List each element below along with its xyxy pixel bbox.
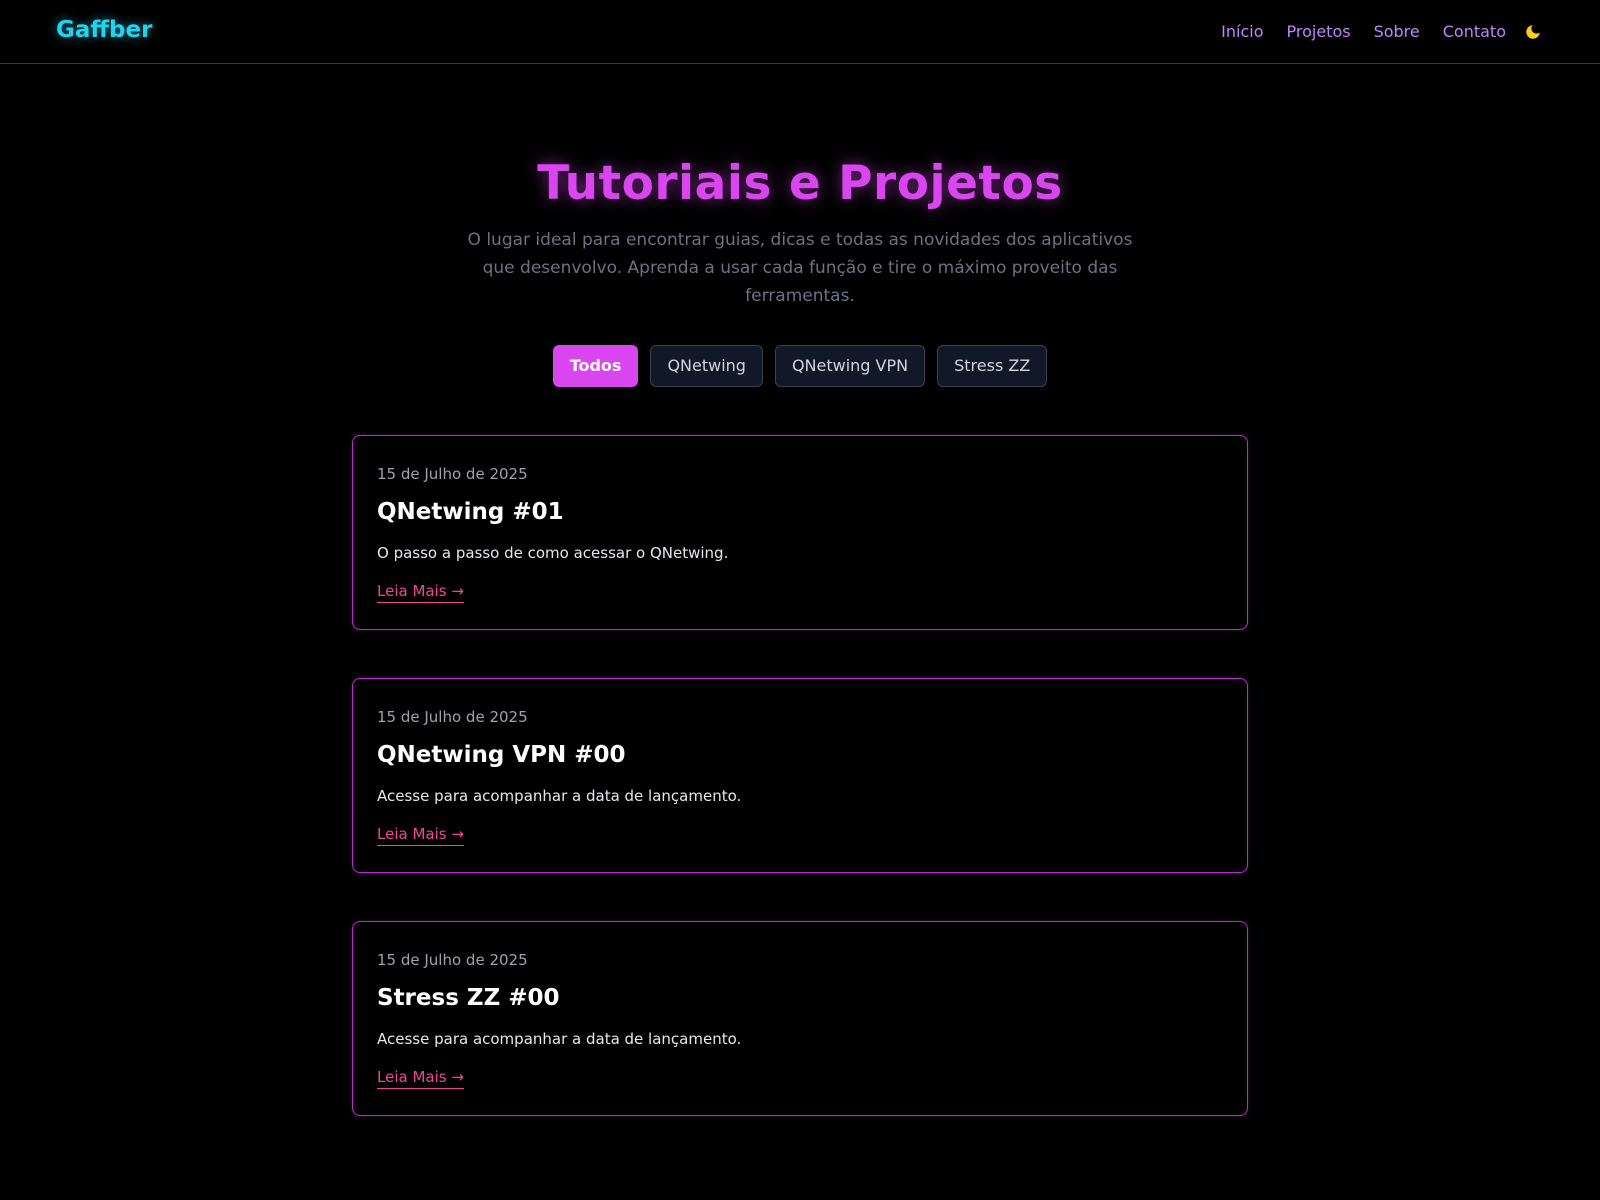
nav-link-contato[interactable]: Contato (1443, 22, 1506, 41)
post-description: O passo a passo de como acessar o QNetwi… (377, 544, 729, 562)
moon-icon[interactable] (1524, 23, 1542, 41)
filter-button-qnetwing-vpn[interactable]: QNetwing VPN (774, 345, 926, 387)
post-card: 15 de Julho de 2025 Stress ZZ #00 Acesse… (352, 921, 1248, 1116)
post-list: 15 de Julho de 2025 QNetwing #01 O passo… (352, 435, 1248, 1164)
post-title: Stress ZZ #00 (377, 985, 560, 1011)
site-header: Gaffber Início Projetos Sobre Contato (0, 0, 1600, 64)
post-title: QNetwing VPN #00 (377, 742, 626, 768)
site-logo[interactable]: Gaffber (56, 17, 152, 43)
post-description: Acesse para acompanhar a data de lançame… (377, 1030, 742, 1048)
post-title: QNetwing #01 (377, 499, 564, 525)
post-description: Acesse para acompanhar a data de lançame… (377, 787, 742, 805)
filter-bar: Todos QNetwing QNetwing VPN Stress ZZ (0, 345, 1600, 387)
page-subtitle: O lugar ideal para encontrar guias, dica… (467, 230, 1133, 306)
filter-button-todos[interactable]: Todos (552, 345, 639, 387)
read-more-link[interactable]: Leia Mais → (377, 1068, 464, 1089)
post-date: 15 de Julho de 2025 (377, 465, 528, 483)
page-title: Tutoriais e Projetos (537, 156, 1063, 211)
main-nav: Início Projetos Sobre Contato (1221, 22, 1542, 41)
filter-button-qnetwing[interactable]: QNetwing (650, 345, 763, 387)
read-more-link[interactable]: Leia Mais → (377, 825, 464, 846)
filter-button-stress-zz[interactable]: Stress ZZ (937, 345, 1048, 387)
post-card: 15 de Julho de 2025 QNetwing #01 O passo… (352, 435, 1248, 630)
post-date: 15 de Julho de 2025 (377, 708, 528, 726)
nav-link-inicio[interactable]: Início (1221, 22, 1263, 41)
nav-link-projetos[interactable]: Projetos (1287, 22, 1351, 41)
nav-link-sobre[interactable]: Sobre (1374, 22, 1420, 41)
post-date: 15 de Julho de 2025 (377, 951, 528, 969)
read-more-link[interactable]: Leia Mais → (377, 582, 464, 603)
post-card: 15 de Julho de 2025 QNetwing VPN #00 Ace… (352, 678, 1248, 873)
